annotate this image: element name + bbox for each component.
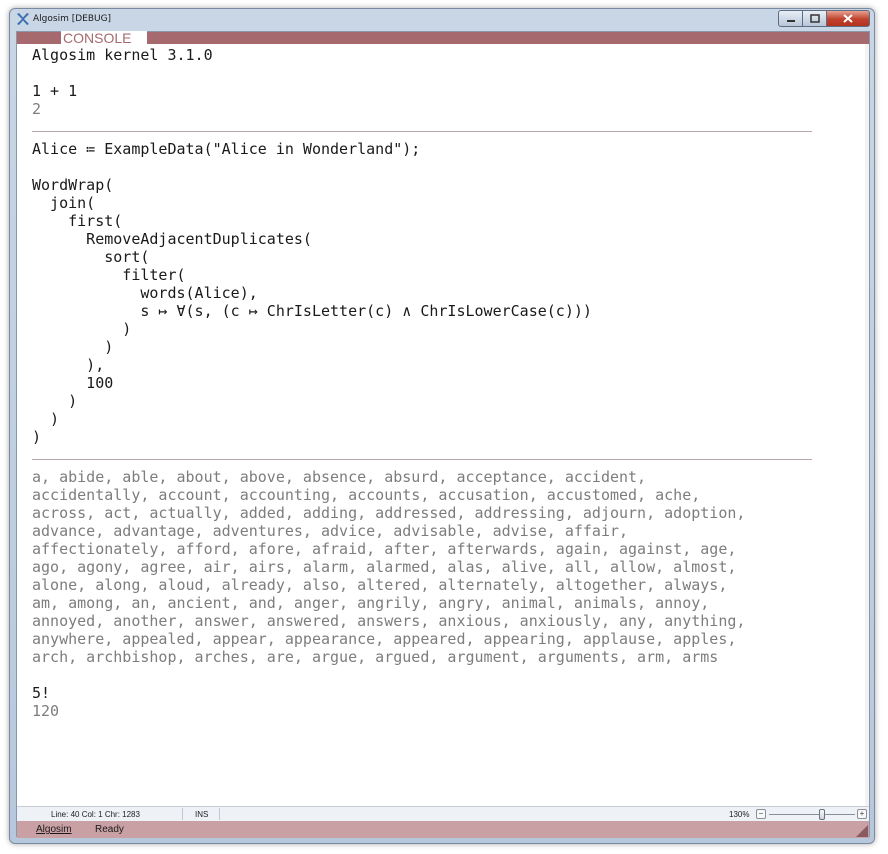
maximize-button[interactable] (803, 10, 827, 27)
input-line: first( (32, 212, 123, 230)
vertical-scrollbar[interactable] (865, 44, 869, 806)
input-line: ), (32, 356, 105, 374)
status-divider (182, 808, 183, 820)
input-line: RemoveAdjacentDuplicates( (32, 230, 312, 248)
client-area: CONSOLE Algosim kernel 3.1.0 1 + 1 2 Alice … (16, 31, 870, 838)
input-line: 1 + 1 (32, 82, 78, 100)
app-status: Ready (95, 824, 124, 835)
input-line: 100 (32, 374, 114, 392)
input-line: ) (32, 392, 78, 410)
block-separator (32, 459, 812, 460)
input-line: join( (32, 194, 96, 212)
maximize-icon (809, 14, 820, 23)
close-icon (843, 14, 853, 23)
output-line: affectionately, afford, afore, afraid, a… (32, 540, 737, 558)
zoom-out-button[interactable]: − (756, 809, 766, 819)
input-line: ) (32, 320, 132, 338)
insert-mode-indicator[interactable]: INS (195, 810, 208, 819)
zoom-level: 130% (729, 810, 750, 819)
resize-grip-icon[interactable] (856, 825, 868, 837)
input-line: ) (32, 410, 60, 428)
output-line: across, act, actually, added, adding, ad… (32, 504, 746, 522)
input-line: filter( (32, 266, 186, 284)
block-separator (32, 131, 812, 132)
status-bar: Line: 40 Col: 1 Chr: 1283 INS 130% − + (17, 806, 869, 821)
zoom-slider-track[interactable] (769, 814, 855, 815)
output-line: 2 (32, 100, 42, 118)
algosim-x-icon[interactable] (16, 12, 30, 26)
cursor-position: Line: 40 Col: 1 Chr: 1283 (51, 810, 140, 819)
output-line: alone, along, aloud, already, also, alte… (32, 576, 728, 594)
title-bar[interactable]: Algosim [DEBUG] (10, 9, 874, 31)
output-line: ago, agony, agree, air, airs, alarm, ala… (32, 558, 737, 576)
input-line: 5! (32, 684, 51, 702)
input-line: WordWrap( (32, 176, 114, 194)
console-tab[interactable]: CONSOLE (61, 31, 147, 45)
input-line: words(Alice), (32, 284, 258, 302)
input-line: ) (32, 338, 114, 356)
output-line: arch, archbishop, arches, are, argue, ar… (32, 648, 719, 666)
window-controls (778, 10, 870, 28)
console-header-band: CONSOLE (17, 31, 869, 45)
algosim-menu[interactable]: Algosim (36, 824, 72, 835)
input-line: sort( (32, 248, 150, 266)
output-line: accidentally, account, accounting, accou… (32, 486, 701, 504)
output-line: 120 (32, 702, 60, 720)
zoom-in-button[interactable]: + (857, 809, 867, 819)
console-output[interactable]: Algosim kernel 3.1.0 1 + 1 2 Alice ≔ Exampl… (32, 46, 812, 720)
app-bar: Algosim Ready (17, 821, 869, 838)
status-divider (219, 808, 220, 820)
minimize-icon (786, 19, 795, 22)
zoom-slider-thumb[interactable] (819, 809, 826, 820)
output-line: am, among, an, ancient, and, anger, angr… (32, 594, 710, 612)
output-line: annoyed, another, answer, answered, answ… (32, 612, 746, 630)
input-line: ) (32, 428, 42, 446)
minimize-button[interactable] (778, 10, 803, 27)
output-line: a, abide, able, about, above, absence, a… (32, 468, 647, 486)
output-line: Algosim kernel 3.1.0 (32, 46, 213, 64)
output-line: anywhere, appealed, appear, appearance, … (32, 630, 737, 648)
close-button[interactable] (827, 10, 870, 27)
window-title: Algosim [DEBUG] (33, 14, 112, 24)
input-line: s ↦ ∀(s, (c ↦ ChrIsLetter(c) ∧ ChrIsLowe… (32, 302, 592, 320)
input-line: Alice ≔ ExampleData("Alice in Wonderland… (32, 140, 421, 158)
app-window: Algosim [DEBUG] CONSOLE Algosim kernel 3… (9, 8, 875, 844)
output-line: advance, advantage, adventures, advice, … (32, 522, 629, 540)
